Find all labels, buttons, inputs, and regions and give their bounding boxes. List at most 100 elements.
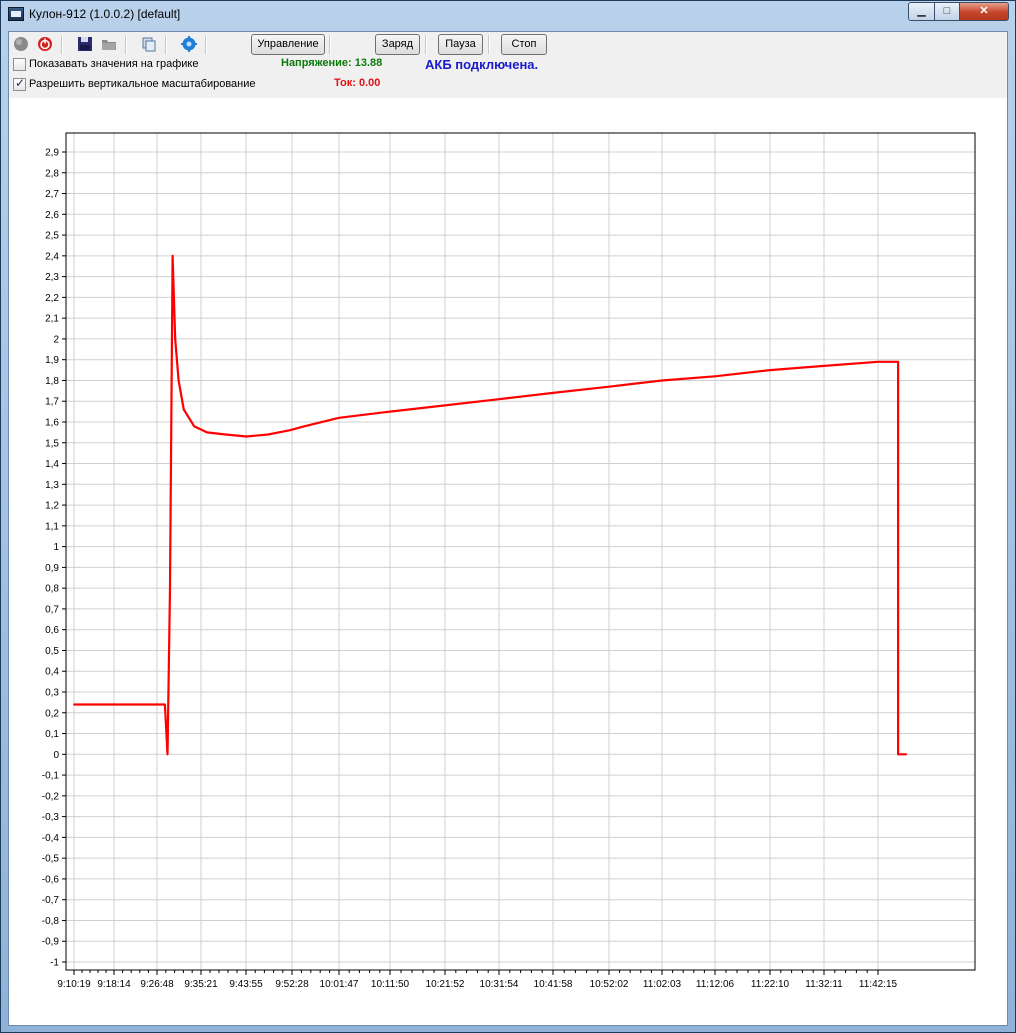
x-tick-label: 11:32:11 xyxy=(805,979,843,990)
vertical-zoom-label: Разрешить вертикальное масштабирование xyxy=(29,78,256,90)
y-tick-label: 1,8 xyxy=(45,376,59,387)
y-tick-label: 2,1 xyxy=(45,314,59,325)
y-tick-label: 2,5 xyxy=(45,231,59,242)
x-tick-label: 9:10:19 xyxy=(57,979,91,990)
close-button[interactable]: ✕ xyxy=(959,2,1009,21)
toolbar-separator xyxy=(61,35,63,54)
x-tick-label: 9:35:21 xyxy=(184,979,218,990)
data-point xyxy=(73,703,75,706)
y-tick-label: -1 xyxy=(50,958,59,969)
data-point xyxy=(905,753,908,756)
data-point xyxy=(182,408,185,411)
y-tick-label: 1,1 xyxy=(45,521,59,532)
data-point xyxy=(193,425,195,428)
x-tick-label: 10:41:58 xyxy=(534,979,573,990)
y-tick-label: 0,6 xyxy=(45,625,59,636)
toolbar-separator xyxy=(165,35,167,54)
y-tick-label: -0,3 xyxy=(42,812,60,823)
data-point xyxy=(288,429,291,432)
x-tick-label: 9:52:28 xyxy=(275,979,309,990)
y-tick-label: -0,2 xyxy=(42,791,60,802)
y-tick-label: 2 xyxy=(53,334,59,345)
y-tick-label: -0,9 xyxy=(42,937,60,948)
data-point xyxy=(169,587,171,590)
y-tick-label: 0,2 xyxy=(45,708,59,719)
data-point xyxy=(823,365,825,367)
current-readout: Ток: 0.00 xyxy=(334,77,381,89)
open-icon[interactable] xyxy=(101,36,117,52)
data-point xyxy=(177,379,180,382)
vertical-zoom-checkbox[interactable] xyxy=(13,76,26,91)
y-tick-label: -0,8 xyxy=(42,916,60,927)
data-point xyxy=(156,703,158,706)
toolbar-separator xyxy=(425,35,427,54)
charge-button[interactable]: Заряд xyxy=(375,34,420,55)
settings-icon[interactable] xyxy=(181,36,197,52)
window-title: Кулон-912 (1.0.0.2) [default] xyxy=(29,7,181,21)
data-point xyxy=(245,435,248,438)
app-window: Кулон-912 (1.0.0.2) [default] ▁ □ ✕ Упра… xyxy=(0,0,1016,1033)
save-icon[interactable] xyxy=(77,36,93,52)
toolbar-separator xyxy=(329,35,331,54)
y-tick-label: 0,4 xyxy=(45,667,59,678)
client-area: Управление Заряд Пауза Стоп Показавать з… xyxy=(8,31,1008,1026)
y-tick-label: 2,2 xyxy=(45,293,59,304)
x-tick-label: 9:18:14 xyxy=(97,979,131,990)
y-tick-label: 0,5 xyxy=(45,646,59,657)
x-tick-label: 11:22:10 xyxy=(751,979,790,990)
y-tick-label: 1,9 xyxy=(45,355,59,366)
x-tick-label: 10:31:54 xyxy=(480,979,519,990)
voltage-readout: Напряжение: 13.88 xyxy=(281,57,383,69)
data-point xyxy=(877,360,879,363)
chart-panel[interactable]: 2,9 2,8 2,7 2,6 2,5 2,4 2,3 2,2 2,1 2 1,9 1,8 1,7 1,6… xyxy=(9,98,1007,1025)
y-tick-label: -0,5 xyxy=(42,854,60,865)
y-tick-label: 2,8 xyxy=(45,168,59,179)
x-tick-label: 11:02:03 xyxy=(643,979,682,990)
y-tick-label: -0,4 xyxy=(42,833,60,844)
record-icon[interactable] xyxy=(13,36,29,52)
x-tick-label: 9:26:48 xyxy=(140,979,174,990)
y-tick-label: 1,3 xyxy=(45,480,59,491)
show-values-checkbox[interactable] xyxy=(13,58,26,71)
x-tick-label: 10:21:52 xyxy=(426,979,465,990)
stop-button[interactable]: Стоп xyxy=(501,34,547,55)
chart-canvas[interactable]: 2,9 2,8 2,7 2,6 2,5 2,4 2,3 2,2 2,1 2 1,9 1,8 1,7 1,6… xyxy=(9,98,1007,1025)
y-tick-label: 2,7 xyxy=(45,189,59,200)
y-tick-label: 0,9 xyxy=(45,563,59,574)
data-point xyxy=(769,369,771,371)
data-point xyxy=(714,375,716,378)
y-tick-label: -0,7 xyxy=(42,895,60,906)
power-icon[interactable] xyxy=(37,36,53,52)
data-point xyxy=(498,398,500,401)
y-tick-label: 1,6 xyxy=(45,418,59,429)
y-tick-label: 2,9 xyxy=(45,148,59,159)
app-icon[interactable] xyxy=(8,7,24,21)
toolbar: Управление Заряд Пауза Стоп Показавать з… xyxy=(9,32,1007,98)
data-point xyxy=(166,753,169,756)
data-point xyxy=(661,379,663,382)
x-tick-label: 10:52:02 xyxy=(590,979,629,990)
toolbar-separator xyxy=(488,35,490,54)
pause-button[interactable]: Пауза xyxy=(438,34,483,55)
data-point xyxy=(897,753,900,756)
data-point xyxy=(171,254,174,257)
data-point xyxy=(608,385,610,388)
toolbar-separator xyxy=(125,35,127,54)
data-point xyxy=(338,416,340,419)
y-tick-label: 0 xyxy=(53,750,59,761)
toolbar-separator xyxy=(205,35,207,54)
y-tick-label: -0,6 xyxy=(42,874,60,885)
x-tick-label: 11:12:06 xyxy=(696,979,735,990)
data-point xyxy=(267,433,269,436)
battery-status: АКБ подключена. xyxy=(425,57,539,72)
control-button[interactable]: Управление xyxy=(251,34,325,55)
x-tick-label: 10:01:47 xyxy=(320,979,359,990)
maximize-button[interactable]: □ xyxy=(934,2,960,21)
minimize-button[interactable]: ▁ xyxy=(908,2,935,21)
y-tick-label: 0,7 xyxy=(45,604,59,615)
data-point xyxy=(163,703,166,706)
copy-icon[interactable] xyxy=(141,36,157,52)
y-tick-label: 2,6 xyxy=(45,210,59,221)
title-bar[interactable]: Кулон-912 (1.0.0.2) [default] ▁ □ ✕ xyxy=(1,1,1015,29)
y-tick-label: 2,4 xyxy=(45,251,59,262)
